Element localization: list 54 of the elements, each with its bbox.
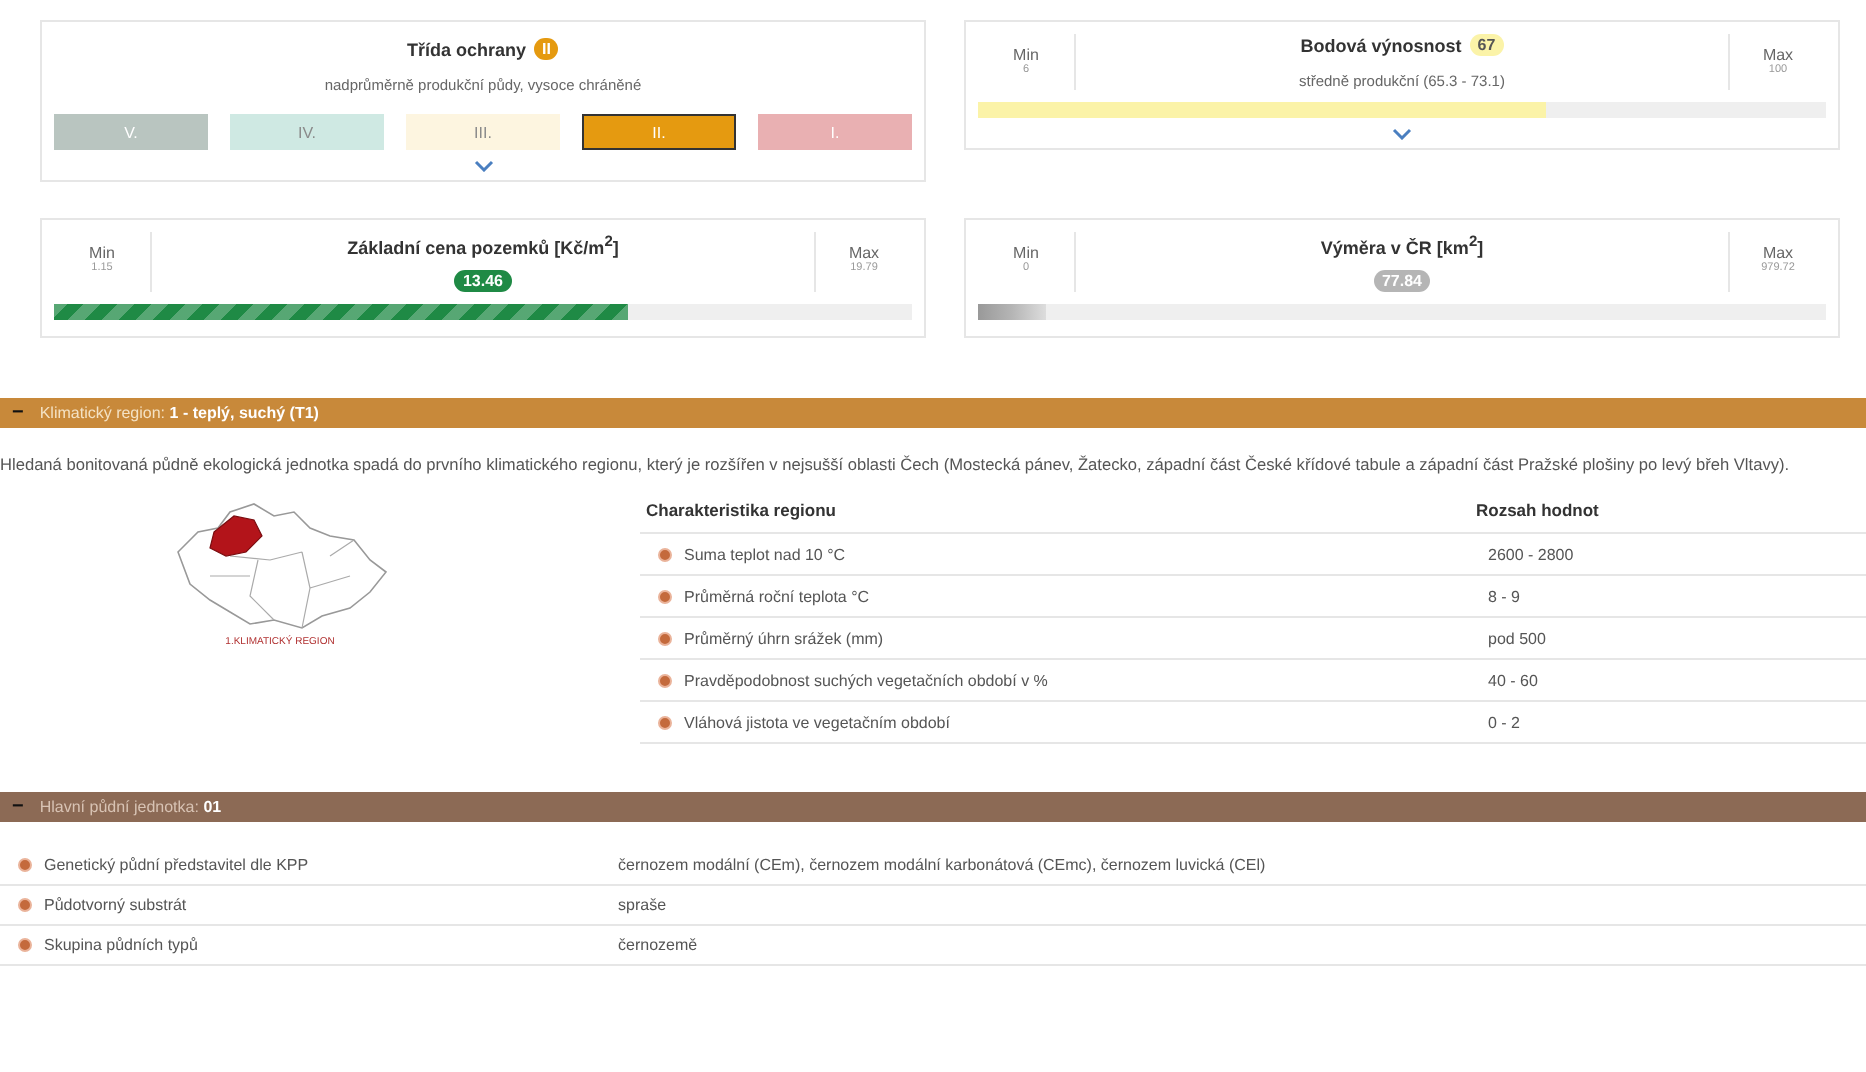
table-cell: 8 - 9 bbox=[1488, 587, 1521, 605]
table-cell: 0 - 2 bbox=[1488, 713, 1521, 731]
table-cell: Pravděpodobnost suchých vegetačních období v % bbox=[684, 671, 1048, 689]
table-cell: černozemě bbox=[618, 936, 698, 954]
table-cell: Suma teplot nad 10 °C bbox=[684, 545, 846, 563]
section-header[interactable]: − Hlavní půdní jednotka: 01 bbox=[0, 792, 1866, 822]
bullet-icon bbox=[658, 631, 672, 645]
table-cell: černozem modální (CEm), černozem modální karbonátová (CEmc), černozem luvická (CEl) bbox=[618, 856, 1266, 874]
table-cell: 40 - 60 bbox=[1488, 671, 1538, 689]
card-title: Třída ochrany bbox=[407, 39, 527, 59]
class-segment[interactable]: I. bbox=[758, 114, 912, 150]
region-description: Hledaná bonitovaná půdně ekologická jednotka spadá do prvního klimatického regionu, který je rozšířen v nejsušší oblasti Čech (Mostecká pánev, Žatecko, západní část České křídové tabule a západní část Pražské plošiny po levý břeh Vltavy). bbox=[0, 454, 1792, 476]
section-header[interactable]: − Klimatický region: 1 - teplý, suchý (T1) bbox=[0, 398, 1866, 428]
bullet-icon bbox=[18, 898, 32, 912]
min-label: Min bbox=[1013, 244, 1039, 262]
class-segment[interactable]: III. bbox=[406, 114, 560, 150]
chevron-down-icon[interactable] bbox=[473, 160, 493, 172]
value-badge: 13.46 bbox=[454, 270, 512, 292]
value-badge: II bbox=[534, 38, 559, 60]
value-badge: 67 bbox=[1469, 34, 1504, 56]
table-cell: Skupina půdních typů bbox=[44, 936, 198, 954]
chevron-down-icon[interactable] bbox=[1392, 128, 1412, 140]
column-header: Rozsah hodnot bbox=[1476, 500, 1599, 520]
table-cell: 2600 - 2800 bbox=[1488, 545, 1574, 563]
table-cell: Průměrná roční teplota °C bbox=[684, 587, 870, 605]
card-title: Výměra v ČR [km$^{2}$] bbox=[1320, 232, 1484, 258]
collapse-button[interactable]: − bbox=[12, 796, 24, 818]
bullet-icon bbox=[658, 673, 672, 687]
max-label: Max bbox=[1762, 46, 1794, 64]
card-title: Základní cena pozemků [Kč/m$^{2}$] bbox=[347, 232, 619, 258]
class-segment[interactable]: V. bbox=[54, 114, 208, 150]
max-label: Max bbox=[1762, 244, 1794, 262]
section-title: Klimatický region: 1 - teplý, suchý (T1) bbox=[39, 404, 319, 422]
max-label: Max bbox=[848, 244, 880, 262]
min-label: Min bbox=[1013, 46, 1039, 64]
section-title: Hlavní půdní jednotka: 01 bbox=[39, 798, 222, 816]
value-badge: 77.84 bbox=[1373, 270, 1431, 292]
table-cell: Půdotvorný substrát bbox=[44, 896, 187, 914]
column-header: Charakteristika regionu bbox=[644, 500, 838, 520]
table-cell: Průměrný úhrn srážek (mm) bbox=[684, 629, 884, 647]
bullet-icon bbox=[18, 858, 32, 872]
min-label: Min bbox=[89, 244, 115, 262]
table-cell: pod 500 bbox=[1488, 629, 1546, 647]
table-cell: Genetický půdní představitel dle KPP bbox=[44, 856, 309, 874]
collapse-button[interactable]: − bbox=[12, 402, 24, 424]
card-title: Bodová výnosnost bbox=[1300, 35, 1462, 55]
class-segment[interactable]: IV. bbox=[230, 114, 384, 150]
bullet-icon bbox=[658, 715, 672, 729]
bullet-icon bbox=[658, 547, 672, 561]
table-cell: spraše bbox=[618, 896, 667, 914]
bullet-icon bbox=[658, 589, 672, 603]
table-cell: Vláhová jistota ve vegetačním období bbox=[684, 713, 950, 731]
bullet-icon bbox=[18, 938, 32, 952]
class-segment[interactable]: II. bbox=[582, 114, 736, 150]
